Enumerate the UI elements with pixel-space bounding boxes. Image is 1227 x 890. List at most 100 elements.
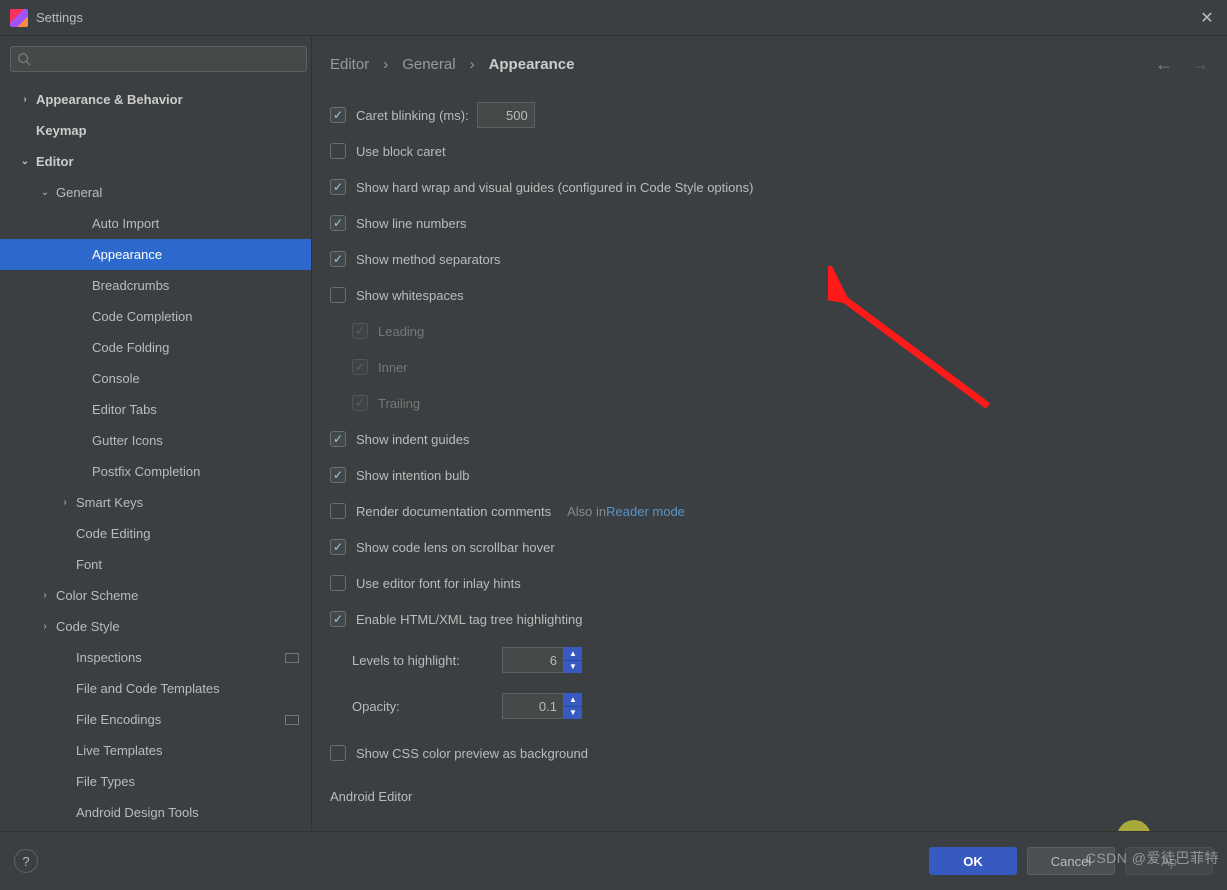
link-reader-mode[interactable]: Reader mode (606, 504, 685, 519)
sidebar-item-label: Appearance & Behavior (36, 92, 183, 107)
opt-css-preview: Show CSS color preview as background (330, 735, 1209, 771)
opt-block-caret: Use block caret (330, 133, 1209, 169)
opt-levels: Levels to highlight: ▲▼ (352, 637, 1209, 683)
opt-method-separators: Show method separators (330, 241, 1209, 277)
spinner-opacity[interactable]: ▲▼ (564, 693, 582, 719)
sidebar-item-appearance[interactable]: Appearance (0, 239, 311, 270)
opt-ws-trailing: Trailing (352, 385, 1209, 421)
sidebar-item-label: Code Editing (76, 526, 150, 541)
opt-indent-guides: Show indent guides (330, 421, 1209, 457)
sidebar-item-label: Live Templates (76, 743, 162, 758)
sidebar-item-smart-keys[interactable]: ›Smart Keys (0, 487, 311, 518)
section-android-editor: Android Editor (330, 789, 1209, 804)
sidebar-item-label: Android Design Tools (76, 805, 199, 820)
sidebar-item-inspections[interactable]: Inspections (0, 642, 311, 673)
checkbox-hard-wrap[interactable] (330, 179, 346, 195)
help-button[interactable]: ? (14, 849, 38, 873)
sidebar-item-editor-tabs[interactable]: Editor Tabs (0, 394, 311, 425)
sidebar-item-breadcrumbs[interactable]: Breadcrumbs (0, 270, 311, 301)
sidebar-item-android-design-tools[interactable]: Android Design Tools (0, 797, 311, 828)
sidebar: ›Appearance & BehaviorKeymap⌄Editor⌄Gene… (0, 36, 312, 831)
sidebar-item-color-scheme[interactable]: › Color Scheme (0, 580, 311, 611)
checkbox-whitespaces[interactable] (330, 287, 346, 303)
search-icon (17, 52, 31, 66)
opt-render-doc: Render documentation commentsAlso in Rea… (330, 493, 1209, 529)
sidebar-item-postfix-completion[interactable]: Postfix Completion (0, 456, 311, 487)
breadcrumb-editor[interactable]: Editor (330, 56, 369, 73)
input-levels[interactable] (502, 647, 564, 673)
sidebar-item-gutter-icons[interactable]: Gutter Icons (0, 425, 311, 456)
nav-tree: ›Appearance & BehaviorKeymap⌄Editor⌄Gene… (0, 80, 311, 828)
opt-hard-wrap: Show hard wrap and visual guides (config… (330, 169, 1209, 205)
opt-caret-blinking: Caret blinking (ms): (330, 97, 1209, 133)
search-input[interactable] (10, 46, 307, 72)
chevron-icon: › (40, 590, 50, 601)
checkbox-block-caret[interactable] (330, 143, 346, 159)
content-panel: Editor› General› Appearance ← → Caret bl… (312, 36, 1227, 831)
titlebar: Settings ✕ (0, 0, 1227, 36)
back-icon[interactable]: ← (1155, 54, 1173, 75)
scope-badge-icon (285, 653, 299, 663)
watermark: CSDN @爱徒巴菲特 (1086, 848, 1219, 868)
sidebar-item-label: Breadcrumbs (92, 278, 169, 293)
checkbox-render-doc[interactable] (330, 503, 346, 519)
sidebar-item-label: File Encodings (76, 712, 161, 727)
input-opacity[interactable] (502, 693, 564, 719)
checkbox-caret-blinking[interactable] (330, 107, 346, 123)
app-icon (10, 9, 28, 27)
sidebar-item-label: Gutter Icons (92, 433, 163, 448)
sidebar-item-label: Editor (36, 154, 74, 169)
forward-icon[interactable]: → (1191, 54, 1209, 75)
breadcrumb-general[interactable]: General (402, 56, 455, 73)
checkbox-code-lens[interactable] (330, 539, 346, 555)
sidebar-item-label: Code Completion (92, 309, 192, 324)
sidebar-item-editor[interactable]: ⌄ Editor (0, 146, 311, 177)
ok-button[interactable]: OK (929, 847, 1017, 875)
sidebar-item-label: Color Scheme (56, 588, 138, 603)
sidebar-item-label: General (56, 185, 102, 200)
sidebar-item-font[interactable]: Font (0, 549, 311, 580)
sidebar-item-file-encodings[interactable]: File Encodings (0, 704, 311, 735)
sidebar-item-label: Code Style (56, 619, 120, 634)
checkbox-method-separators[interactable] (330, 251, 346, 267)
sidebar-item-code-editing[interactable]: Code Editing (0, 518, 311, 549)
checkbox-ws-inner (352, 359, 368, 375)
checkbox-inlay-font[interactable] (330, 575, 346, 591)
sidebar-item-label: File and Code Templates (76, 681, 220, 696)
chevron-icon: ⌄ (40, 187, 50, 198)
opt-tag-tree: Enable HTML/XML tag tree highlighting (330, 601, 1209, 637)
sidebar-item-live-templates[interactable]: Live Templates (0, 735, 311, 766)
sidebar-item-general[interactable]: ⌄ General (0, 177, 311, 208)
checkbox-intention-bulb[interactable] (330, 467, 346, 483)
sidebar-item-label: Font (76, 557, 102, 572)
sidebar-item-file-and-code-templates[interactable]: File and Code Templates (0, 673, 311, 704)
sidebar-item-code-folding[interactable]: Code Folding (0, 332, 311, 363)
window-title: Settings (36, 10, 83, 25)
spinner-levels[interactable]: ▲▼ (564, 647, 582, 673)
close-icon[interactable]: ✕ (1197, 8, 1217, 28)
sidebar-item-code-style[interactable]: ›Code Style (0, 611, 311, 642)
sidebar-item-code-completion[interactable]: Code Completion (0, 301, 311, 332)
opt-intention-bulb: Show intention bulb (330, 457, 1209, 493)
checkbox-tag-tree[interactable] (330, 611, 346, 627)
checkbox-ws-leading (352, 323, 368, 339)
sidebar-item-label: Editor Tabs (92, 402, 157, 417)
opt-ws-inner: Inner (352, 349, 1209, 385)
checkbox-indent-guides[interactable] (330, 431, 346, 447)
sidebar-item-label: Appearance (92, 247, 162, 262)
sidebar-item-keymap[interactable]: Keymap (0, 115, 311, 146)
checkbox-css-preview[interactable] (330, 745, 346, 761)
sidebar-item-console[interactable]: Console (0, 363, 311, 394)
sidebar-item-label: Console (92, 371, 140, 386)
cursor-highlight (1117, 820, 1151, 831)
sidebar-item-file-types[interactable]: File Types (0, 766, 311, 797)
input-caret-blinking-ms[interactable] (477, 102, 535, 128)
sidebar-item-label: Auto Import (92, 216, 159, 231)
opt-line-numbers: Show line numbers (330, 205, 1209, 241)
sidebar-item-auto-import[interactable]: Auto Import (0, 208, 311, 239)
opt-inlay-font: Use editor font for inlay hints (330, 565, 1209, 601)
checkbox-line-numbers[interactable] (330, 215, 346, 231)
chevron-icon: ⌄ (20, 156, 30, 167)
opt-code-lens: Show code lens on scrollbar hover (330, 529, 1209, 565)
sidebar-item-appearance-behavior[interactable]: ›Appearance & Behavior (0, 84, 311, 115)
